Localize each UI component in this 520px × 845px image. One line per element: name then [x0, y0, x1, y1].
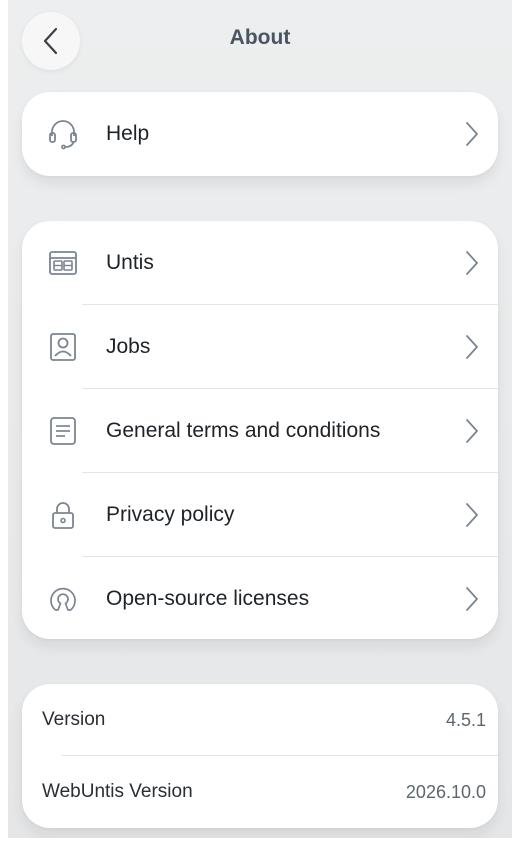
- menu-item-licenses[interactable]: Open-source licenses: [22, 557, 498, 641]
- menu-item-untis[interactable]: Untis: [22, 221, 498, 305]
- about-screen: About Help Untis Jobs General terms and …: [8, 0, 512, 838]
- menu-item-label: Open-source licenses: [106, 587, 310, 610]
- menu-item-terms[interactable]: General terms and conditions: [22, 389, 498, 473]
- version-row: Version 4.5.1: [22, 684, 498, 756]
- chevron-right-icon: [466, 335, 478, 359]
- headset-icon: [49, 120, 77, 150]
- menu-item-label: Jobs: [106, 335, 151, 358]
- about-links-card: Untis Jobs General terms and conditions …: [22, 221, 498, 639]
- menu-item-label: Help: [106, 122, 150, 145]
- menu-item-label: Privacy policy: [106, 503, 235, 526]
- person-badge-icon: [50, 333, 76, 361]
- webuntis-version-value: 2026.10.0: [405, 781, 486, 802]
- menu-item-label: Untis: [106, 251, 154, 274]
- version-value: 4.5.1: [445, 709, 486, 730]
- chevron-right-icon: [466, 503, 478, 527]
- menu-item-privacy[interactable]: Privacy policy: [22, 473, 498, 557]
- chevron-right-icon: [466, 122, 478, 146]
- timetable-icon: [49, 251, 77, 275]
- menu-item-label: General terms and conditions: [106, 419, 381, 442]
- header: About: [8, 0, 512, 84]
- help-card: Help: [22, 92, 498, 176]
- chevron-right-icon: [466, 587, 478, 611]
- menu-item-jobs[interactable]: Jobs: [22, 305, 498, 389]
- webuntis-version-row: WebUntis Version 2026.10.0: [22, 756, 498, 828]
- lock-icon: [52, 502, 74, 529]
- menu-item-help[interactable]: Help: [22, 92, 498, 176]
- document-icon: [50, 417, 76, 445]
- page-title: About: [229, 26, 291, 49]
- chevron-right-icon: [466, 419, 478, 443]
- open-source-icon: [50, 587, 76, 611]
- version-label: Version: [42, 709, 106, 730]
- webuntis-version-label: WebUntis Version: [42, 781, 193, 802]
- chevron-right-icon: [466, 251, 478, 275]
- version-card: Version 4.5.1 WebUntis Version 2026.10.0: [22, 684, 498, 828]
